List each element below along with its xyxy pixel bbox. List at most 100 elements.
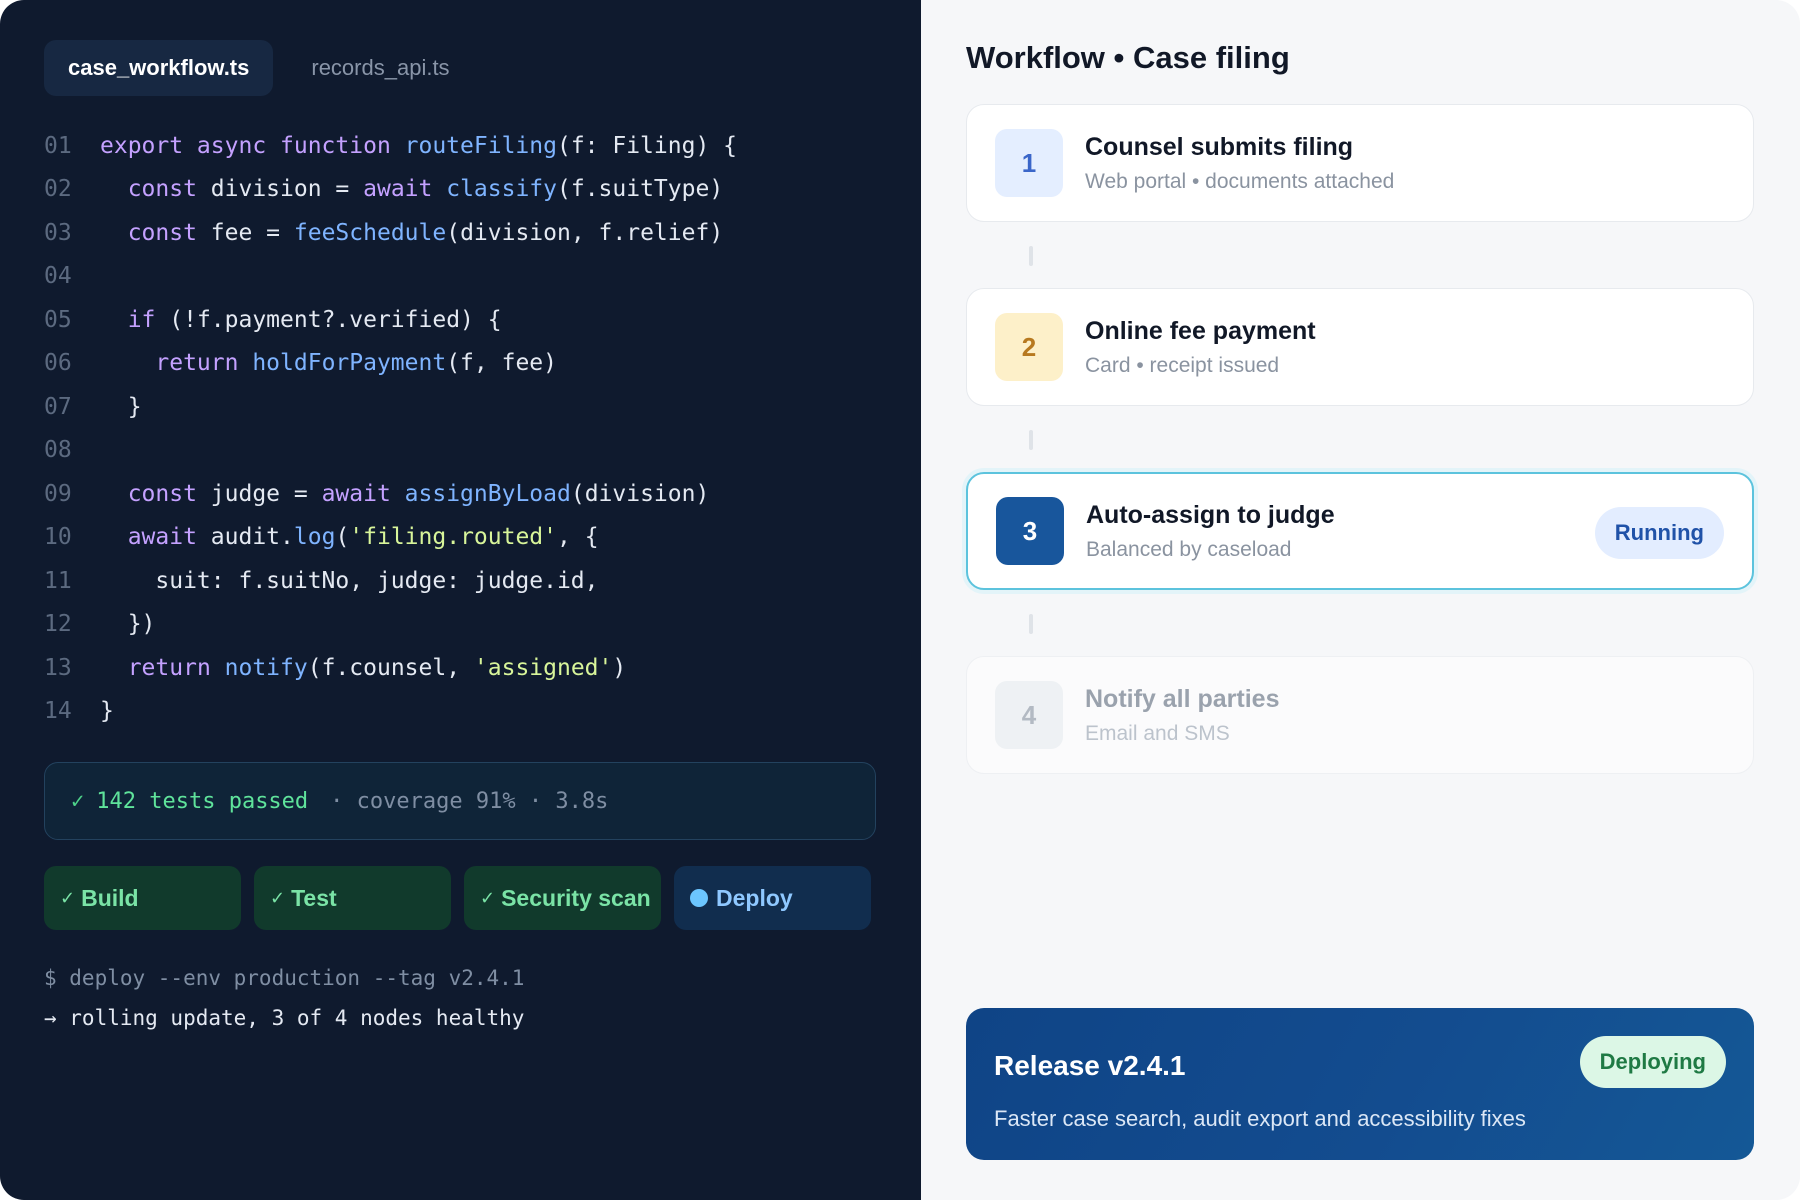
workflow-step-1[interactable]: 1 Counsel submits filing Web portal • do…	[966, 104, 1754, 222]
step-subtitle: Web portal • documents attached	[1085, 169, 1395, 193]
stage-test[interactable]: ✓ Test	[254, 866, 451, 930]
code-text: await audit.log('filing.routed', {	[100, 524, 599, 550]
code-line: 11 suit: f.suitNo, judge: judge.id,	[44, 559, 737, 603]
terminal-command: $ deploy --env production --tag v2.4.1	[44, 966, 525, 990]
stage-build[interactable]: ✓ Build	[44, 866, 241, 930]
code-token: holdForPayment	[252, 350, 447, 377]
code-token: division =	[210, 176, 364, 203]
code-line: 08	[44, 429, 737, 473]
workflow-step-4[interactable]: 4 Notify all parties Email and SMS	[966, 656, 1754, 774]
workflow-step-2[interactable]: 2 Online fee payment Card • receipt issu…	[966, 288, 1754, 406]
code-token: }	[100, 698, 114, 725]
step-title: Auto-assign to judge	[1086, 500, 1335, 529]
code-text: }	[100, 394, 142, 420]
code-token: }	[100, 393, 142, 420]
code-text: })	[100, 611, 156, 638]
code-line: 07 }	[44, 385, 737, 429]
step-number: 3	[996, 497, 1064, 565]
code-text: if (!f.payment?.verified) {	[100, 307, 502, 333]
step-connector	[1029, 246, 1033, 266]
check-icon: ✓	[480, 887, 496, 908]
code-token: fee =	[210, 219, 294, 246]
release-title: Release v2.4.1	[994, 1050, 1186, 1081]
code-token: 'assigned'	[473, 654, 613, 681]
line-number: 04	[44, 263, 72, 290]
code-token: if	[127, 306, 170, 333]
code-token: , {	[557, 524, 599, 551]
line-number: 01	[44, 132, 72, 159]
tests-meta-text: · coverage 91% · 3.8s	[330, 788, 609, 814]
line-number: 11	[44, 567, 72, 594]
line-number: 05	[44, 306, 72, 333]
stage-label: Deploy	[716, 884, 793, 911]
code-token: log	[293, 524, 336, 551]
step-number: 4	[995, 681, 1063, 749]
stage-security-scan[interactable]: ✓ Security scan	[464, 866, 661, 930]
code-token: notify	[224, 654, 308, 681]
stage-label: Security scan	[501, 884, 651, 911]
code-token: const	[127, 480, 211, 507]
code-token: await	[127, 524, 211, 551]
app-window: case_workflow.ts records_api.ts 01 export…	[0, 0, 1800, 1200]
line-number: 03	[44, 219, 72, 246]
code-token: await	[363, 176, 447, 203]
line-number: 02	[44, 176, 72, 203]
code-line: 02 const division = await classify(f.sui…	[44, 168, 737, 212]
code-line: 12 })	[44, 603, 737, 647]
line-number: 10	[44, 524, 72, 551]
code-token: export async function	[100, 132, 405, 159]
check-icon: ✓	[60, 887, 76, 908]
code-token: (!f.payment?.verified) {	[169, 306, 502, 333]
code-token: (f.counsel,	[307, 654, 474, 681]
code-line: 13 return notify(f.counsel, 'assigned')	[44, 646, 737, 690]
code-token: })	[100, 611, 156, 638]
code-text: const judge = await assignByLoad(divisio…	[100, 480, 710, 507]
code-token: return	[127, 654, 225, 681]
code-token: (division)	[570, 480, 710, 507]
code-text: return notify(f.counsel, 'assigned')	[100, 654, 627, 681]
code-line: 09 const judge = await assignByLoad(divi…	[44, 472, 737, 516]
code-editor-panel: case_workflow.ts records_api.ts 01 export…	[0, 0, 921, 1200]
line-number: 06	[44, 350, 72, 377]
code-token: await	[321, 480, 405, 507]
line-number: 14	[44, 698, 72, 725]
code-token: audit.	[210, 524, 294, 551]
workflow-panel: Workflow • Case filing 1 Counsel submits…	[921, 0, 1800, 1200]
code-token: feeSchedule	[293, 219, 447, 246]
check-icon: ✓	[71, 788, 85, 814]
release-description: Faster case search, audit export and acc…	[994, 1106, 1526, 1131]
code-area[interactable]: 01 export async function routeFiling(f: F…	[44, 124, 737, 733]
step-connector	[1029, 614, 1033, 634]
code-token: suit: f.suitNo, judge: judge.id,	[100, 567, 599, 594]
workflow-step-3[interactable]: 3 Auto-assign to judge Balanced by casel…	[966, 472, 1754, 590]
code-line: 14}	[44, 690, 737, 734]
workflow-title: Workflow • Case filing	[966, 40, 1290, 75]
code-text: const division = await classify(f.suitTy…	[100, 176, 723, 202]
code-token: const	[127, 219, 211, 246]
tests-passed-text: 142 tests passed	[96, 788, 309, 814]
code-token: (f, fee)	[446, 350, 557, 377]
pipeline-stages: ✓ Build ✓ Test ✓ Security scan Deploy	[44, 866, 871, 930]
step-title: Counsel submits filing	[1085, 132, 1354, 161]
code-token: (division, f.relief)	[446, 219, 724, 246]
check-icon: ✓	[270, 887, 286, 908]
step-subtitle: Card • receipt issued	[1085, 353, 1280, 377]
tab-case-workflow[interactable]: case_workflow.ts	[44, 40, 274, 96]
stage-deploy[interactable]: Deploy	[674, 866, 871, 930]
code-token: return	[155, 350, 253, 377]
status-dot-icon	[690, 889, 708, 907]
step-title: Online fee payment	[1085, 316, 1316, 345]
code-line: 05 if (!f.payment?.verified) {	[44, 298, 737, 342]
release-card[interactable]: Release v2.4.1 Deploying Faster case sea…	[966, 1008, 1754, 1160]
code-token: (f: Filing) {	[556, 132, 737, 159]
code-line: 10 await audit.log('filing.routed', {	[44, 516, 737, 560]
line-number: 12	[44, 611, 72, 638]
terminal[interactable]: $ deploy --env production --tag v2.4.1 →…	[44, 958, 524, 1038]
status-badge-deploying: Deploying	[1579, 1036, 1726, 1088]
code-text: const fee = feeSchedule(division, f.reli…	[100, 220, 723, 246]
tab-records-api[interactable]: records_api.ts	[287, 40, 473, 96]
code-text: return holdForPayment(f, fee)	[100, 350, 557, 376]
